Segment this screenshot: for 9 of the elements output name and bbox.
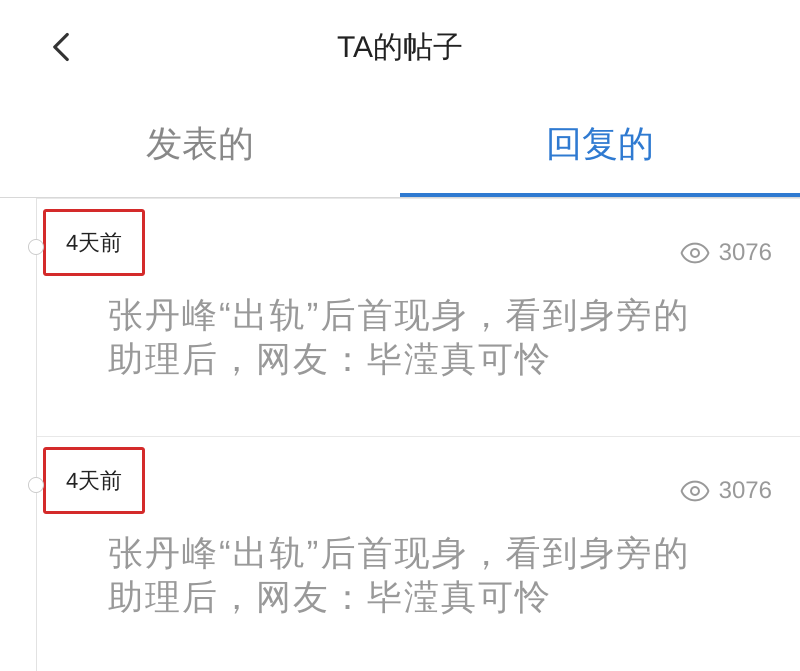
view-count: 3076 (718, 476, 772, 506)
tab[interactable]: 回复的 (400, 95, 800, 197)
view-count: 3076 (718, 238, 772, 268)
post-time: 4天前 (66, 230, 122, 255)
post-title: 张丹峰“出轨”后首现身，看到身旁的助理后，网友：毕滢真可怜 (108, 533, 692, 619)
page-title: TA的帖子 (336, 30, 464, 66)
tab[interactable]: 发表的 (0, 95, 400, 197)
post-title: 张丹峰“出轨”后首现身，看到身旁的助理后，网友：毕滢真可怜 (108, 295, 692, 381)
post-time: 4天前 (66, 468, 122, 493)
